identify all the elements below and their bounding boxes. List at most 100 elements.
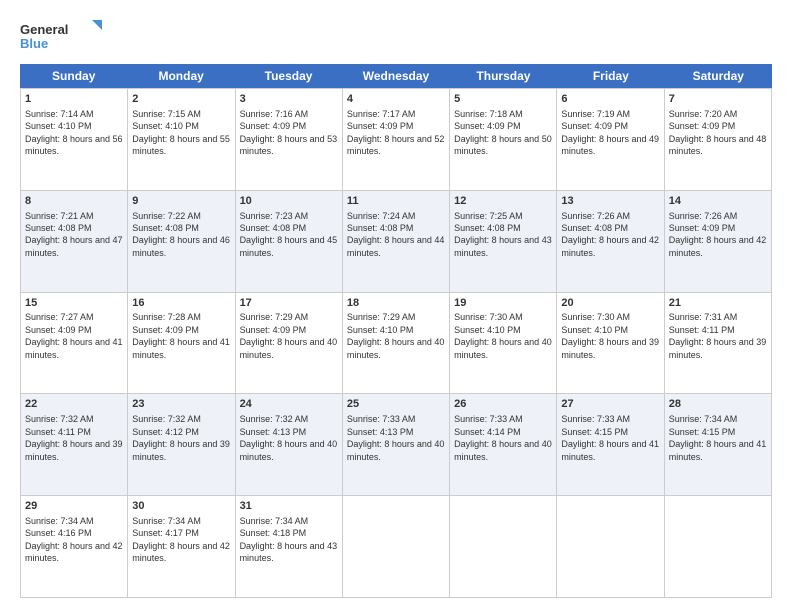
sunset-info: Sunset: 4:17 PM [132,528,199,538]
day-cell-23: 23Sunrise: 7:32 AMSunset: 4:12 PMDayligh… [128,394,235,495]
sunrise-info: Sunrise: 7:29 AM [240,312,309,322]
day-number: 5 [454,92,552,107]
day-number: 23 [132,397,230,412]
calendar-row-1: 1Sunrise: 7:14 AMSunset: 4:10 PMDaylight… [20,88,772,190]
sunset-info: Sunset: 4:08 PM [454,223,521,233]
day-number: 4 [347,92,445,107]
day-number: 16 [132,296,230,311]
calendar: SundayMondayTuesdayWednesdayThursdayFrid… [20,64,772,598]
sunset-info: Sunset: 4:15 PM [561,427,628,437]
weekday-header-saturday: Saturday [665,64,772,88]
day-number: 3 [240,92,338,107]
sunrise-info: Sunrise: 7:34 AM [132,516,201,526]
daylight-info: Daylight: 8 hours and 40 minutes. [240,439,338,461]
day-cell-6: 6Sunrise: 7:19 AMSunset: 4:09 PMDaylight… [557,89,664,190]
day-cell-8: 8Sunrise: 7:21 AMSunset: 4:08 PMDaylight… [21,191,128,292]
daylight-info: Daylight: 8 hours and 42 minutes. [25,541,123,563]
sunrise-info: Sunrise: 7:16 AM [240,109,309,119]
day-number: 24 [240,397,338,412]
day-cell-25: 25Sunrise: 7:33 AMSunset: 4:13 PMDayligh… [343,394,450,495]
day-cell-12: 12Sunrise: 7:25 AMSunset: 4:08 PMDayligh… [450,191,557,292]
daylight-info: Daylight: 8 hours and 52 minutes. [347,134,445,156]
calendar-row-5: 29Sunrise: 7:34 AMSunset: 4:16 PMDayligh… [20,495,772,598]
day-number: 17 [240,296,338,311]
sunset-info: Sunset: 4:08 PM [132,223,199,233]
sunrise-info: Sunrise: 7:24 AM [347,211,416,221]
daylight-info: Daylight: 8 hours and 44 minutes. [347,235,445,257]
sunrise-info: Sunrise: 7:29 AM [347,312,416,322]
sunset-info: Sunset: 4:09 PM [454,121,521,131]
daylight-info: Daylight: 8 hours and 49 minutes. [561,134,659,156]
day-cell-15: 15Sunrise: 7:27 AMSunset: 4:09 PMDayligh… [21,293,128,394]
day-number: 19 [454,296,552,311]
daylight-info: Daylight: 8 hours and 43 minutes. [454,235,552,257]
daylight-info: Daylight: 8 hours and 39 minutes. [669,337,767,359]
day-number: 26 [454,397,552,412]
day-cell-3: 3Sunrise: 7:16 AMSunset: 4:09 PMDaylight… [236,89,343,190]
page: General Blue SundayMondayTuesdayWednesda… [0,0,792,612]
sunset-info: Sunset: 4:10 PM [454,325,521,335]
sunset-info: Sunset: 4:13 PM [240,427,307,437]
sunrise-info: Sunrise: 7:34 AM [669,414,738,424]
day-number: 29 [25,499,123,514]
sunrise-info: Sunrise: 7:20 AM [669,109,738,119]
logo-svg: General Blue [20,18,110,54]
day-cell-27: 27Sunrise: 7:33 AMSunset: 4:15 PMDayligh… [557,394,664,495]
sunrise-info: Sunrise: 7:28 AM [132,312,201,322]
daylight-info: Daylight: 8 hours and 41 minutes. [669,439,767,461]
sunset-info: Sunset: 4:09 PM [669,121,736,131]
day-number: 28 [669,397,767,412]
calendar-header: SundayMondayTuesdayWednesdayThursdayFrid… [20,64,772,88]
day-number: 14 [669,194,767,209]
day-cell-2: 2Sunrise: 7:15 AMSunset: 4:10 PMDaylight… [128,89,235,190]
day-cell-26: 26Sunrise: 7:33 AMSunset: 4:14 PMDayligh… [450,394,557,495]
daylight-info: Daylight: 8 hours and 55 minutes. [132,134,230,156]
weekday-header-monday: Monday [127,64,234,88]
day-cell-5: 5Sunrise: 7:18 AMSunset: 4:09 PMDaylight… [450,89,557,190]
empty-cell [450,496,557,597]
sunset-info: Sunset: 4:08 PM [347,223,414,233]
daylight-info: Daylight: 8 hours and 42 minutes. [132,541,230,563]
day-number: 27 [561,397,659,412]
day-cell-7: 7Sunrise: 7:20 AMSunset: 4:09 PMDaylight… [665,89,772,190]
sunrise-info: Sunrise: 7:26 AM [669,211,738,221]
sunrise-info: Sunrise: 7:34 AM [240,516,309,526]
sunrise-info: Sunrise: 7:27 AM [25,312,94,322]
calendar-row-4: 22Sunrise: 7:32 AMSunset: 4:11 PMDayligh… [20,393,772,495]
empty-cell [665,496,772,597]
day-cell-11: 11Sunrise: 7:24 AMSunset: 4:08 PMDayligh… [343,191,450,292]
calendar-body: 1Sunrise: 7:14 AMSunset: 4:10 PMDaylight… [20,88,772,598]
day-number: 20 [561,296,659,311]
daylight-info: Daylight: 8 hours and 40 minutes. [240,337,338,359]
sunrise-info: Sunrise: 7:32 AM [240,414,309,424]
day-cell-10: 10Sunrise: 7:23 AMSunset: 4:08 PMDayligh… [236,191,343,292]
day-cell-19: 19Sunrise: 7:30 AM Sunset: 4:10 PM Dayligh… [450,293,557,394]
day-cell-21: 21Sunrise: 7:31 AMSunset: 4:11 PMDayligh… [665,293,772,394]
svg-text:Blue: Blue [20,36,48,51]
sunset-info: Sunset: 4:09 PM [132,325,199,335]
daylight-info: Daylight: 8 hours and 42 minutes. [561,235,659,257]
daylight-info: Daylight: 8 hours and 41 minutes. [132,337,230,359]
daylight-info: Daylight: 8 hours and 39 minutes. [561,337,659,359]
calendar-row-3: 15Sunrise: 7:27 AM Sunset: 4:09 PM Dayligh… [20,292,772,394]
sunset-info: Sunset: 4:11 PM [669,325,735,335]
header: General Blue [20,18,772,54]
sunrise-info: Sunrise: 7:30 AM [561,312,630,322]
day-number: 21 [669,296,767,311]
sunrise-info: Sunrise: 7:30 AM [454,312,523,322]
sunset-info: Sunset: 4:11 PM [25,427,91,437]
calendar-row-2: 8Sunrise: 7:21 AMSunset: 4:08 PMDaylight… [20,190,772,292]
day-number: 15 [25,296,123,311]
sunrise-info: Sunrise: 7:32 AM [132,414,201,424]
daylight-info: Daylight: 8 hours and 47 minutes. [25,235,123,257]
day-cell-29: 29Sunrise: 7:34 AMSunset: 4:16 PMDayligh… [21,496,128,597]
sunrise-info: Sunrise: 7:19 AM [561,109,630,119]
daylight-info: Daylight: 8 hours and 40 minutes. [454,337,552,359]
sunrise-info: Sunrise: 7:26 AM [561,211,630,221]
sunset-info: Sunset: 4:09 PM [669,223,736,233]
weekday-header-friday: Friday [557,64,664,88]
daylight-info: Daylight: 8 hours and 42 minutes. [669,235,767,257]
logo: General Blue [20,18,110,54]
day-cell-31: 31Sunrise: 7:34 AMSunset: 4:18 PMDayligh… [236,496,343,597]
day-cell-22: 22Sunrise: 7:32 AMSunset: 4:11 PMDayligh… [21,394,128,495]
